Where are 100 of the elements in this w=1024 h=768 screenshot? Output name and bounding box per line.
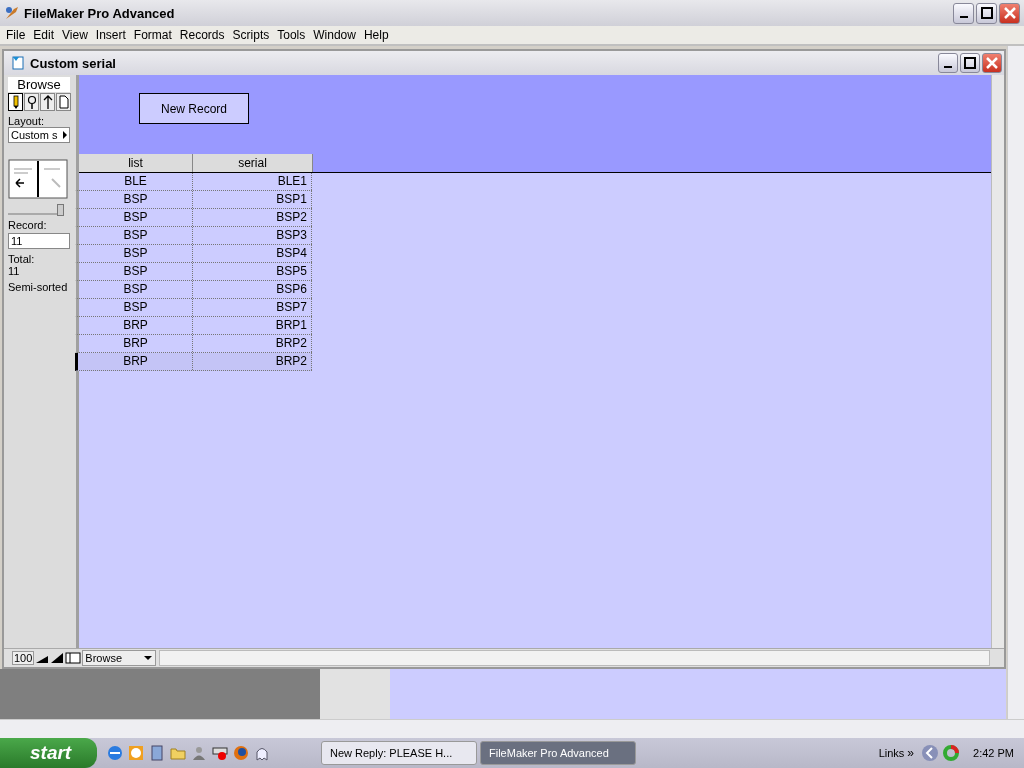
preview-tool[interactable] — [56, 93, 71, 111]
table-cell[interactable]: BLE1 — [193, 173, 312, 190]
table-cell[interactable]: BSP — [79, 191, 193, 208]
sort-status: Semi-sorted — [8, 281, 68, 293]
links-toolbar[interactable]: Links — [878, 747, 905, 759]
table-row[interactable]: BRP BRP1 — [75, 317, 312, 335]
horizontal-scrollbar[interactable] — [159, 650, 990, 666]
person-icon[interactable] — [191, 745, 207, 761]
start-button[interactable]: start — [0, 738, 97, 768]
menu-item[interactable]: Format — [129, 28, 176, 42]
table-cell[interactable]: BRP1 — [193, 317, 312, 334]
column-header[interactable]: serial — [193, 154, 313, 172]
app-icon — [4, 5, 20, 21]
chevron-button[interactable]: » — [907, 746, 915, 760]
mode-dropdown[interactable]: Browse — [82, 650, 157, 666]
error-icon[interactable] — [212, 745, 228, 761]
magnifier-icon — [26, 95, 37, 109]
table-cell[interactable]: BSP4 — [193, 245, 312, 262]
table-cell[interactable]: BRP2 — [193, 335, 312, 352]
table-row[interactable]: BSP BSP3 — [75, 227, 312, 245]
total-label: Total: — [8, 253, 35, 265]
maximize-icon — [964, 57, 976, 69]
table-row[interactable]: BSP BSP1 — [75, 191, 312, 209]
table-cell[interactable]: BSP6 — [193, 281, 312, 298]
maximize-icon — [980, 7, 993, 19]
vertical-scrollbar[interactable] — [991, 75, 1004, 648]
arrow-left-icon[interactable] — [921, 744, 940, 762]
menu-item[interactable]: File — [2, 28, 30, 42]
window-title: FileMaker Pro Advanced — [24, 5, 176, 21]
ghost-icon[interactable] — [254, 745, 270, 761]
table-cell[interactable]: BSP7 — [193, 299, 312, 316]
minimize-button[interactable] — [953, 2, 974, 24]
table-row[interactable]: BSP BSP4 — [75, 245, 312, 263]
mode-label: Browse — [8, 77, 70, 92]
close-button[interactable] — [999, 2, 1020, 24]
taskbar-button[interactable]: New Reply: PLEASE H... — [321, 741, 477, 765]
close-button[interactable] — [982, 53, 1002, 73]
minimize-icon — [959, 16, 968, 18]
table-cell[interactable]: BSP — [79, 299, 193, 316]
menu-item[interactable]: Window — [309, 28, 360, 42]
table-cell[interactable]: BSP5 — [193, 263, 312, 280]
menu-item[interactable]: View — [58, 28, 92, 42]
minimize-button[interactable] — [938, 53, 958, 73]
table-row[interactable]: BRP BRP2 — [75, 353, 312, 371]
find-tool[interactable] — [24, 93, 39, 111]
page-icon — [58, 95, 69, 109]
zoom-in-icon[interactable] — [50, 652, 65, 664]
table-cell[interactable]: BSP — [79, 245, 193, 262]
taskbar-button[interactable]: FileMaker Pro Advanced — [480, 741, 636, 765]
menu-item[interactable]: Insert — [91, 28, 130, 42]
book-icon[interactable] — [8, 159, 68, 199]
table-cell[interactable]: BSP3 — [193, 227, 312, 244]
menu-item[interactable]: Scripts — [228, 28, 274, 42]
arrow-right-icon — [61, 130, 69, 140]
table-row[interactable]: BSP BSP7 — [75, 299, 312, 317]
column-header[interactable]: list — [79, 154, 193, 172]
table-row[interactable]: BLE BLE1 — [75, 173, 312, 191]
layout-tool[interactable] — [40, 93, 55, 111]
zoom-level[interactable]: 100 — [12, 651, 35, 665]
table-row[interactable]: BSP BSP2 — [75, 209, 312, 227]
document-title: Custom serial — [30, 55, 117, 71]
status-area-toggle-icon[interactable] — [65, 652, 82, 664]
menu-item[interactable]: Help — [359, 28, 393, 42]
caret-icon — [143, 655, 154, 661]
menu-item[interactable]: Records — [175, 28, 229, 42]
maximize-button[interactable] — [960, 53, 980, 73]
pencil-icon — [11, 95, 20, 109]
close-icon — [986, 57, 998, 69]
clock: 2:42 PM — [973, 747, 1014, 759]
document-icon — [10, 55, 26, 71]
new-record-button[interactable]: New Record — [139, 93, 249, 124]
table-cell[interactable]: BRP2 — [193, 353, 312, 370]
table-row[interactable]: BSP BSP6 — [75, 281, 312, 299]
browse-tool[interactable] — [8, 93, 23, 111]
layout-label: Layout: — [8, 115, 45, 127]
horizontal-scrollbar[interactable] — [0, 719, 1024, 738]
table-cell[interactable]: BRP — [79, 353, 193, 370]
record-field[interactable]: 11 — [8, 233, 70, 249]
slider-thumb[interactable] — [57, 204, 64, 216]
total-count: 11 — [8, 265, 20, 277]
layout-dropdown[interactable]: Custom s — [8, 127, 70, 143]
table-cell[interactable]: BRP — [79, 335, 193, 352]
device-icon[interactable] — [149, 745, 165, 761]
maximize-button[interactable] — [976, 2, 997, 24]
menu-item[interactable]: Edit — [29, 28, 59, 42]
table-cell[interactable]: BSP1 — [193, 191, 312, 208]
menu-item[interactable]: Tools — [273, 28, 310, 42]
table-row[interactable]: BSP BSP5 — [75, 263, 312, 281]
vertical-scrollbar[interactable] — [1007, 46, 1024, 719]
ring-icon[interactable] — [942, 744, 961, 762]
table-cell[interactable]: BSP2 — [193, 209, 312, 226]
minimize-icon — [944, 66, 952, 68]
table-cell[interactable]: BRP — [79, 317, 193, 334]
table-cell[interactable]: BSP — [79, 227, 193, 244]
close-icon — [1003, 7, 1016, 19]
table-cell[interactable]: BSP — [79, 263, 193, 280]
record-slider[interactable] — [8, 207, 64, 215]
table-cell[interactable]: BLE — [79, 173, 193, 190]
table-cell[interactable]: BSP — [79, 209, 193, 226]
table-cell[interactable]: BSP — [79, 281, 193, 298]
